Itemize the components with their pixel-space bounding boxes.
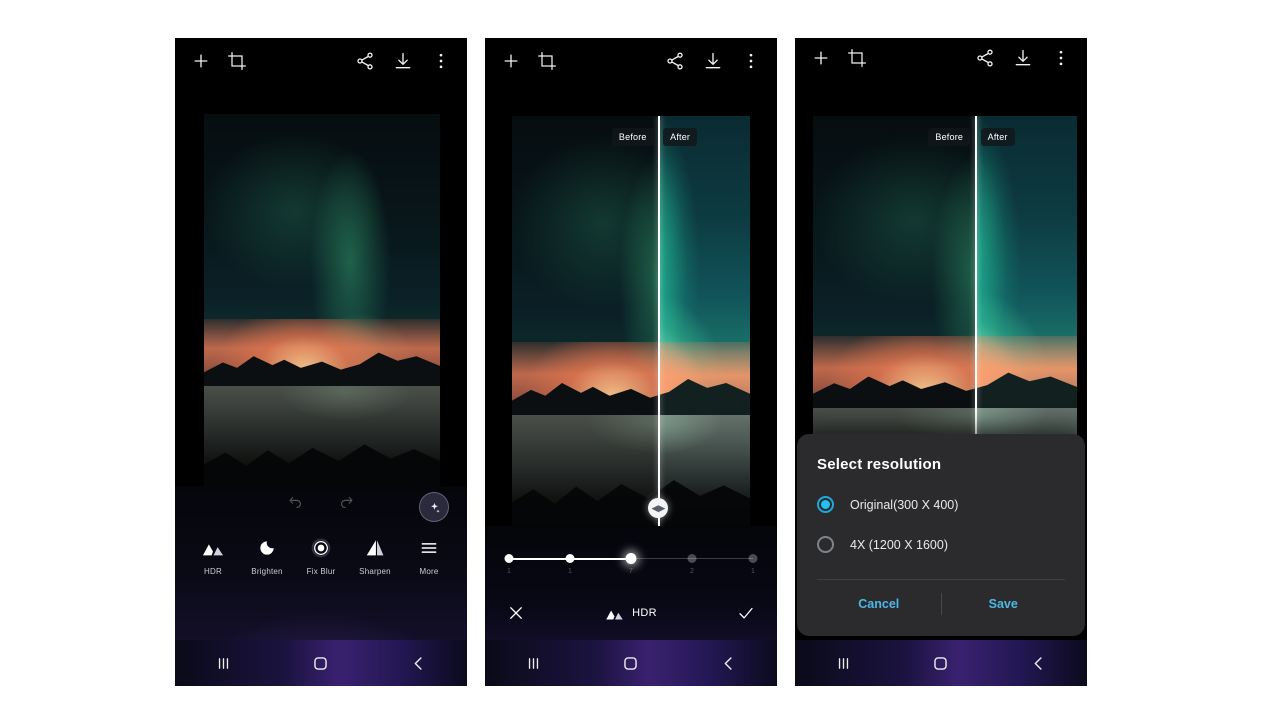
download-icon[interactable] bbox=[393, 51, 413, 71]
auto-enhance-button[interactable] bbox=[419, 492, 449, 522]
compare-divider bbox=[658, 116, 661, 526]
add-icon[interactable] bbox=[811, 48, 831, 68]
add-icon[interactable] bbox=[501, 51, 521, 71]
overflow-menu-icon[interactable] bbox=[741, 51, 761, 71]
tool-fix-blur[interactable]: Fix Blur bbox=[297, 538, 345, 576]
radio-button[interactable] bbox=[817, 536, 834, 553]
tool-more[interactable]: More bbox=[405, 538, 453, 576]
slider-tick-label: 1 bbox=[751, 568, 755, 575]
option-label: Original(300 X 400) bbox=[850, 497, 959, 512]
effect-name: HDR bbox=[605, 606, 657, 621]
select-resolution-dialog: Select resolution Original(300 X 400) 4X… bbox=[797, 434, 1085, 636]
photo-preview[interactable] bbox=[204, 114, 440, 486]
radio-button-selected[interactable] bbox=[817, 496, 834, 513]
intensity-slider[interactable]: 1 1 7 2 1 bbox=[504, 552, 758, 578]
crop-icon[interactable] bbox=[847, 48, 867, 68]
aurora-photo-before bbox=[204, 114, 440, 486]
android-nav-bar bbox=[485, 640, 777, 686]
tool-sharpen[interactable]: Sharpen bbox=[351, 538, 399, 576]
tool-label: Fix Blur bbox=[306, 567, 336, 576]
add-icon[interactable] bbox=[191, 51, 211, 71]
slider-stop[interactable] bbox=[504, 554, 514, 563]
dialog-actions: Cancel Save bbox=[817, 580, 1065, 628]
home-icon[interactable] bbox=[311, 654, 330, 673]
slider-handle[interactable] bbox=[625, 553, 637, 564]
tool-label: Sharpen bbox=[359, 567, 391, 576]
screenshot-canvas: HDR Brighten Fix Blur Sharpen More Befor… bbox=[0, 0, 1280, 720]
focus-ring-icon bbox=[310, 538, 332, 558]
moon-icon bbox=[256, 538, 278, 558]
android-nav-bar bbox=[175, 640, 467, 686]
recents-icon[interactable] bbox=[214, 654, 233, 673]
editor-toolbar bbox=[175, 38, 467, 84]
mountains-icon bbox=[202, 538, 224, 558]
tool-list: HDR Brighten Fix Blur Sharpen More bbox=[175, 538, 467, 576]
triangle-icon bbox=[364, 538, 386, 558]
slider-tick-label: 1 bbox=[568, 568, 572, 575]
tool-brighten[interactable]: Brighten bbox=[243, 538, 291, 576]
share-icon[interactable] bbox=[355, 51, 375, 71]
before-label: Before bbox=[928, 128, 971, 146]
back-icon[interactable] bbox=[719, 654, 738, 673]
slider-stop[interactable] bbox=[565, 554, 575, 563]
share-icon[interactable] bbox=[665, 51, 685, 71]
share-icon[interactable] bbox=[975, 48, 995, 68]
overflow-menu-icon[interactable] bbox=[431, 51, 451, 71]
after-label: After bbox=[980, 128, 1015, 146]
effect-actions: HDR bbox=[485, 604, 777, 622]
tool-label: More bbox=[419, 567, 439, 576]
slider-tick-label: 1 bbox=[507, 568, 511, 575]
save-button[interactable]: Save bbox=[942, 597, 1066, 611]
cancel-button[interactable]: Cancel bbox=[817, 597, 941, 611]
slider-tick-label: 7 bbox=[629, 568, 633, 575]
redo-icon[interactable] bbox=[338, 494, 355, 511]
option-label: 4X (1200 X 1600) bbox=[850, 537, 948, 552]
close-icon[interactable] bbox=[507, 604, 525, 622]
download-icon[interactable] bbox=[703, 51, 723, 71]
mountains-icon bbox=[605, 606, 624, 621]
recents-icon[interactable] bbox=[834, 654, 853, 673]
effect-label: HDR bbox=[632, 607, 657, 619]
before-label: Before bbox=[611, 128, 654, 146]
download-icon[interactable] bbox=[1013, 48, 1033, 68]
undo-icon[interactable] bbox=[287, 494, 304, 511]
tool-label: HDR bbox=[204, 567, 222, 576]
editor-toolbar bbox=[795, 38, 1087, 78]
hamburger-icon bbox=[418, 538, 440, 558]
slider-tick-label: 2 bbox=[690, 568, 694, 575]
tool-label: Brighten bbox=[251, 567, 283, 576]
resolution-option-original[interactable]: Original(300 X 400) bbox=[817, 496, 1065, 513]
photo-compare-view[interactable]: Before After ◀▶ bbox=[512, 116, 750, 526]
resolution-option-4x[interactable]: 4X (1200 X 1600) bbox=[817, 536, 1065, 553]
home-icon[interactable] bbox=[621, 654, 640, 673]
after-label: After bbox=[663, 128, 698, 146]
dialog-title: Select resolution bbox=[817, 456, 942, 473]
android-nav-bar bbox=[795, 640, 1087, 686]
crop-icon[interactable] bbox=[537, 51, 557, 71]
phone-screen-save-dialog: Before After Select resolution Original(… bbox=[795, 38, 1087, 686]
slider-stop[interactable] bbox=[748, 554, 758, 563]
recents-icon[interactable] bbox=[524, 654, 543, 673]
phone-screen-editor: HDR Brighten Fix Blur Sharpen More bbox=[175, 38, 467, 686]
compare-drag-handle[interactable]: ◀▶ bbox=[648, 498, 669, 518]
editor-toolbar bbox=[485, 38, 777, 84]
phone-screen-compare: Before After ◀▶ 1 1 7 2 1 HDR bbox=[485, 38, 777, 686]
home-icon[interactable] bbox=[931, 654, 950, 673]
back-icon[interactable] bbox=[409, 654, 428, 673]
slider-stop[interactable] bbox=[687, 554, 697, 563]
crop-icon[interactable] bbox=[227, 51, 247, 71]
overflow-menu-icon[interactable] bbox=[1051, 48, 1071, 68]
check-icon[interactable] bbox=[737, 604, 755, 622]
back-icon[interactable] bbox=[1029, 654, 1048, 673]
tool-hdr[interactable]: HDR bbox=[189, 538, 237, 576]
